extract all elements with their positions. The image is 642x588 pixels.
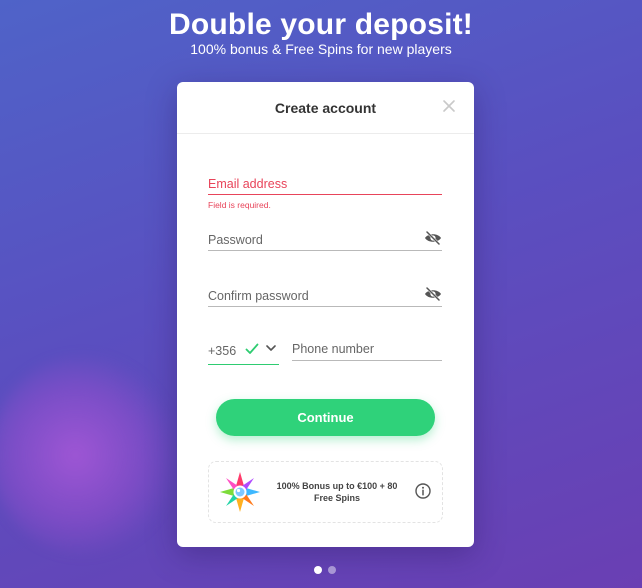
phone-number-underline [292,360,442,361]
country-code-underline [208,364,279,365]
pagination-dot-2[interactable] [328,566,336,574]
bonus-text: 100% Bonus up to €100 + 80 Free Spins [276,481,398,503]
confirm-password-field[interactable]: Confirm password [208,287,442,307]
email-underline [208,194,442,195]
country-code-select[interactable]: +356 [208,342,279,365]
continue-button[interactable]: Continue [216,399,435,436]
pagination-dot-1[interactable] [314,566,322,574]
password-underline [208,250,442,251]
confirm-password-underline [208,306,442,307]
confirm-password-label: Confirm password [208,289,309,303]
modal-title: Create account [274,100,377,116]
check-icon [245,343,259,354]
eye-off-icon[interactable] [424,231,442,245]
eye-off-icon[interactable] [424,287,442,301]
chevron-down-icon[interactable] [266,344,276,352]
email-label: Email address [208,177,288,191]
email-field[interactable]: Email address [208,177,442,195]
country-code-value: +356 [208,344,237,358]
background-glow [0,355,180,555]
modal-header: Create account [177,82,474,134]
hero-title: Double your deposit! [169,8,473,41]
info-icon[interactable] [415,483,431,499]
starburst-icon [220,472,260,512]
create-account-modal: Create account Email address Field is re… [177,82,474,547]
email-error: Field is required. [208,200,271,210]
password-field[interactable]: Password [208,231,442,251]
password-label: Password [208,233,263,247]
close-icon[interactable] [442,99,456,113]
phone-number-placeholder: Phone number [292,342,375,356]
hero-subtitle: 100% bonus & Free Spins for new players [190,41,452,57]
bonus-offer: 100% Bonus up to €100 + 80 Free Spins [208,461,443,523]
phone-number-input[interactable]: Phone number [292,342,442,361]
